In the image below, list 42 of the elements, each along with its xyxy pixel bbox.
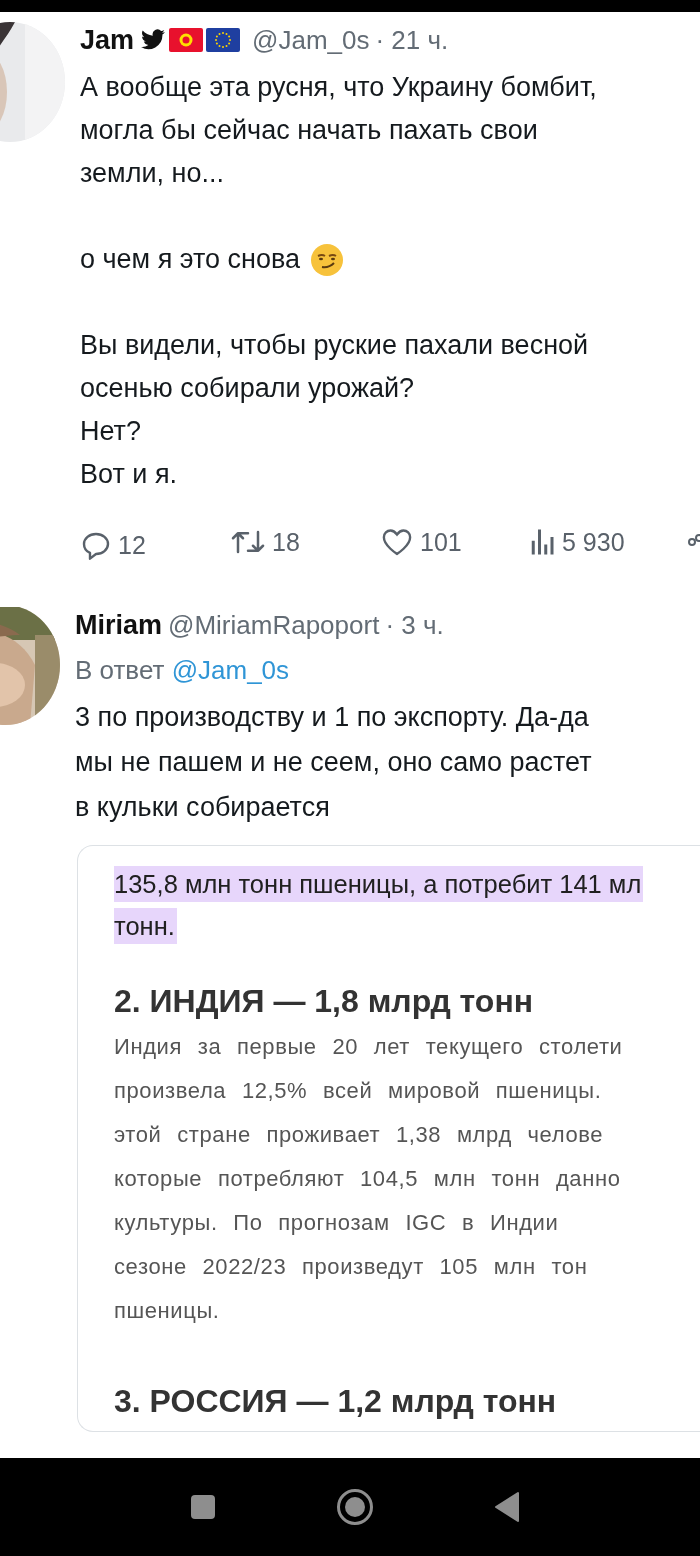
reply-button[interactable]: 12 [80,525,230,560]
like-button[interactable]: 101 [380,527,530,557]
tweet-text: о чем я это снова [80,243,301,276]
recents-icon[interactable] [190,1494,216,1520]
flag-icon [206,28,241,52]
highlighted-text: тонн. [114,908,177,944]
article-text: культуры. По прогнозам IGC в Индии [114,1209,560,1237]
tweet-text: в кульки собирается [75,791,330,824]
article-text: которые потребляют 104,5 млн тонн данно [114,1165,622,1193]
article-heading: 2. ИНДИЯ — 1,8 млрд тонн [114,982,535,1021]
reply-context: В ответ @Jam_0s [75,654,291,687]
article-heading: 3. РОССИЯ — 1,2 млрд тонн [114,1382,558,1421]
article-text: сезоне 2022/23 произведут 105 млн тон [114,1253,589,1281]
timestamp: · 3 ч. [385,609,444,641]
back-icon[interactable] [494,1491,520,1523]
tweet-text: осенью собирали урожай? [80,372,415,405]
article-text: этой стране проживает 1,38 млрд челове [114,1121,605,1149]
flag-icon [169,28,204,52]
user-handle[interactable]: @Jam_0s [252,24,370,56]
tweet-text: Вот и я. [80,458,177,491]
views-button[interactable]: 5 930 [530,527,625,557]
tweet-text: А вообще эта русня, что Украину бомбит, [80,71,597,104]
tweet-text: 3 по производству и 1 по экспорту. Да-да [75,701,589,734]
tweet-text: могла бы сейчас начать пахать свои [80,114,538,147]
article-text: Индия за первые 20 лет текущего столети [114,1033,624,1061]
author-name[interactable]: Jam [80,24,135,56]
bird-icon [140,29,167,51]
highlighted-text: 135,8 млн тонн пшеницы, а потребит 141 мл [114,866,644,902]
home-icon[interactable] [336,1488,374,1526]
tweet-text: Вы видели, чтобы руские пахали весной [80,329,589,362]
timestamp: · 21 ч. [375,24,449,56]
article-text: пшеницы. [114,1297,221,1325]
tweet-text: земли, но... [80,157,224,190]
retweet-button[interactable]: 18 [230,527,380,557]
tweet-text: Нет? [80,415,141,448]
tweet-text: мы не пашем и не сеем, оно само растет [75,746,592,779]
article-text: произвела 12,5% всей мировой пшеницы. [114,1077,603,1105]
mention-link[interactable]: @Jam_0s [171,655,290,685]
views-icon[interactable] [530,527,556,557]
author-name[interactable]: Miriam [75,609,163,641]
heart-icon[interactable] [380,527,414,557]
user-handle[interactable]: @MiriamRapoport [168,609,380,641]
